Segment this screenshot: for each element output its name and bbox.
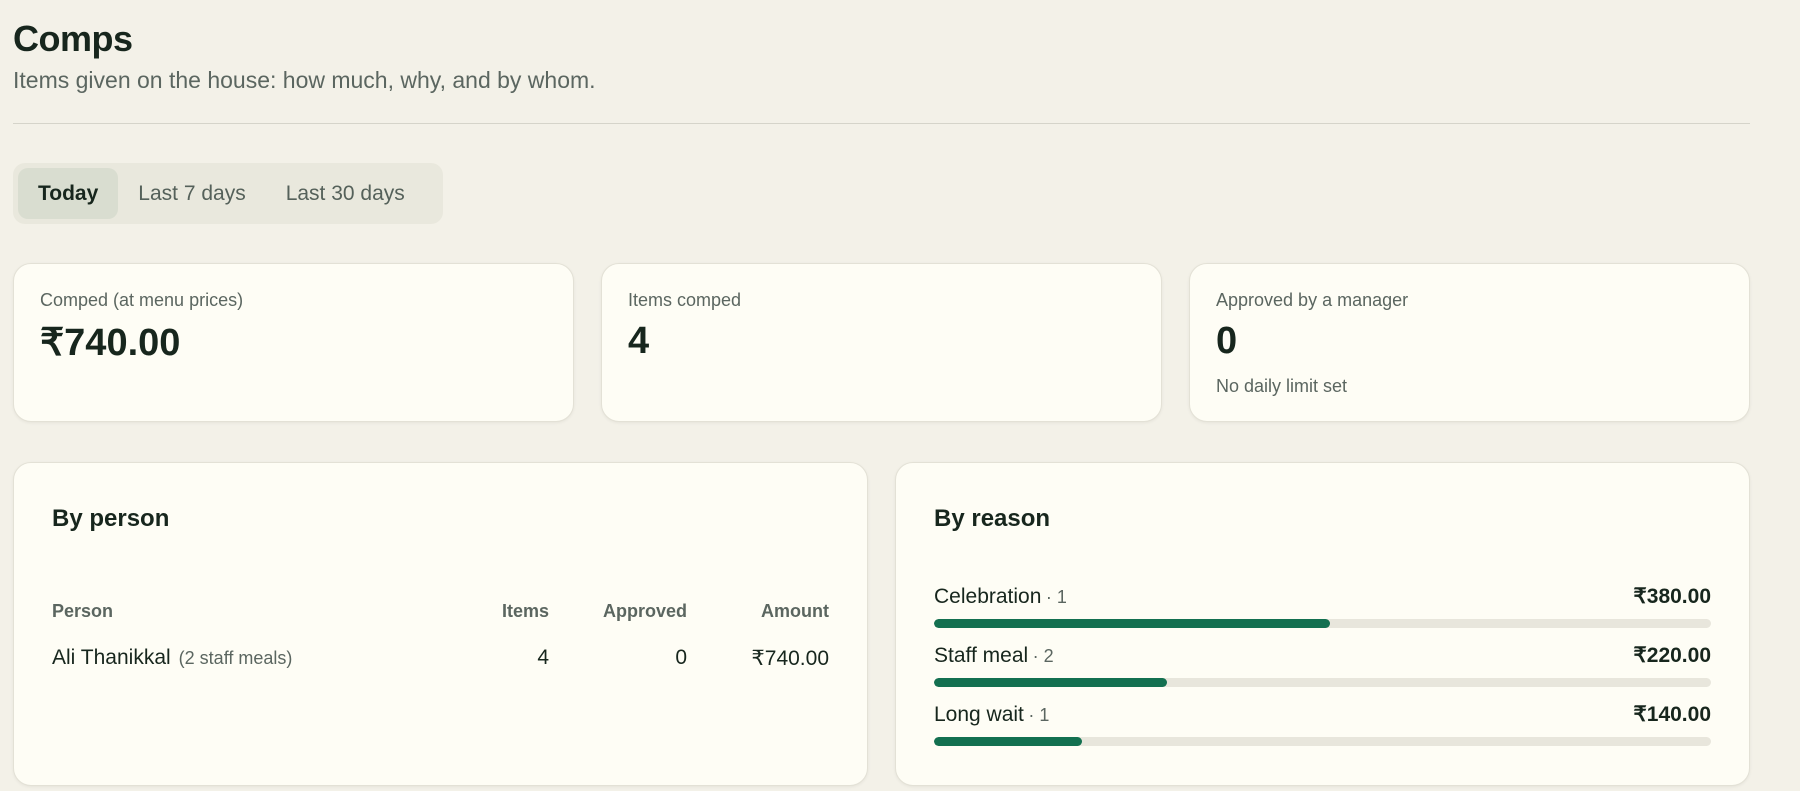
reason-item-long-wait: Long wait · 1 ₹140.00 (934, 702, 1711, 761)
tab-today[interactable]: Today (18, 168, 119, 219)
person-table: Person Items Approved Amount Ali Thanikk… (52, 589, 829, 683)
by-person-panel: By person Person Items Approved Amount A… (13, 462, 868, 786)
table-row: Ali Thanikkal (2 staff meals) 4 0 ₹740.00 (52, 633, 829, 683)
approved-cell: 0 (675, 646, 687, 669)
reason-bar-track (934, 678, 1711, 687)
stat-value: ₹740.00 (40, 322, 181, 364)
reason-amount: ₹220.00 (1633, 644, 1711, 667)
reason-name: Celebration (934, 585, 1042, 608)
panel-title: By reason (934, 505, 1051, 532)
reason-bar-fill (934, 678, 1168, 687)
reason-bar-track (934, 737, 1711, 746)
person-cell: Ali Thanikkal (2 staff meals) (52, 646, 454, 670)
column-header-items: Items (501, 600, 549, 621)
items-cell: 4 (537, 646, 549, 669)
stat-label: Items comped (628, 290, 742, 310)
date-range-tabs: Today Last 7 days Last 30 days (13, 163, 443, 224)
reason-amount: ₹140.00 (1633, 703, 1711, 726)
reason-name: Staff meal (934, 644, 1029, 667)
stat-value: 0 (1216, 320, 1238, 362)
stat-card-comped: Comped (at menu prices) ₹740.00 (13, 263, 574, 422)
stat-value: 4 (628, 320, 650, 362)
stat-card-approved: Approved by a manager 0 No daily limit s… (1189, 263, 1750, 422)
stat-label: Comped (at menu prices) (40, 290, 244, 310)
reason-count: · 2 (1032, 646, 1054, 666)
reason-list: Celebration · 1 ₹380.00 Staff meal · 2 ₹… (934, 584, 1711, 761)
reason-bar-fill (934, 737, 1082, 746)
header-divider (13, 123, 1750, 124)
reason-item-staff-meal: Staff meal · 2 ₹220.00 (934, 643, 1711, 702)
reason-label: Celebration · 1 (934, 585, 1067, 609)
panel-title: By person (52, 505, 170, 532)
tab-last-30-days[interactable]: Last 30 days (266, 168, 425, 219)
reason-count: · 1 (1028, 705, 1050, 725)
column-header-amount: Amount (761, 600, 829, 621)
reason-label: Staff meal · 2 (934, 644, 1054, 668)
by-reason-panel: By reason Celebration · 1 ₹380.00 Staff (895, 462, 1750, 786)
reason-name: Long wait (934, 703, 1024, 726)
column-header-person: Person (52, 600, 114, 621)
tab-last-7-days[interactable]: Last 7 days (118, 168, 265, 219)
reason-bar-fill (934, 619, 1331, 628)
person-name: Ali Thanikkal (52, 646, 171, 669)
person-note: (2 staff meals) (178, 648, 293, 668)
stat-card-items-comped: Items comped 4 (601, 263, 1162, 422)
amount-cell: ₹740.00 (751, 646, 829, 670)
table-header-row: Person Items Approved Amount (52, 589, 829, 633)
reason-item-celebration: Celebration · 1 ₹380.00 (934, 584, 1711, 643)
reason-count: · 1 (1045, 587, 1067, 607)
reason-amount: ₹380.00 (1633, 585, 1711, 608)
reason-label: Long wait · 1 (934, 703, 1049, 727)
stat-note: No daily limit set (1216, 376, 1348, 396)
reason-bar-track (934, 619, 1711, 628)
page-title: Comps (13, 18, 133, 59)
page-subtitle: Items given on the house: how much, why,… (13, 67, 596, 93)
stat-label: Approved by a manager (1216, 290, 1409, 310)
column-header-approved: Approved (602, 600, 687, 621)
